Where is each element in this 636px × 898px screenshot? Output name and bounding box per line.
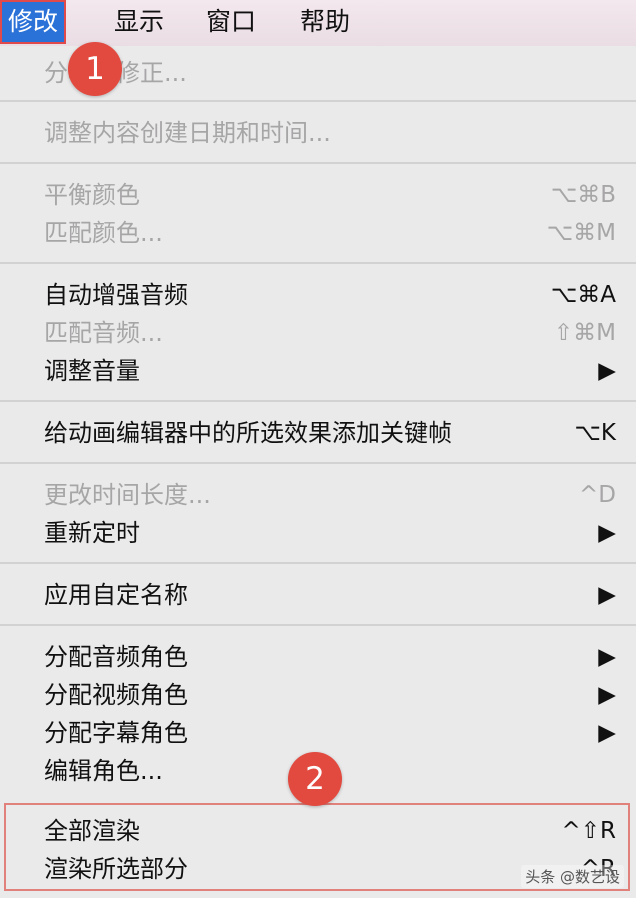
menu-item-auto-enhance-audio[interactable]: 自动增强音频 ⌥⌘A — [0, 276, 636, 314]
shortcut-label: ⌥K — [574, 420, 616, 446]
menu-separator — [0, 262, 636, 264]
step-badge-1: 1 — [68, 42, 122, 96]
shortcut-label: ⌥⌘M — [546, 220, 616, 246]
menu-item-assign-audio-role[interactable]: 分配音频角色 ▶ — [0, 638, 636, 676]
menu-help[interactable]: 帮助 — [294, 0, 356, 44]
submenu-arrow-icon: ▶ — [598, 520, 616, 546]
menu-item-label: 编辑角色... — [44, 757, 163, 785]
menu-item-change-duration[interactable]: 更改时间长度... ^D — [0, 476, 636, 514]
submenu-arrow-icon: ▶ — [598, 682, 616, 708]
submenu-arrow-icon: ▶ — [598, 644, 616, 670]
menu-modify[interactable]: 修改 — [0, 0, 67, 44]
submenu-arrow-icon: ▶ — [598, 582, 616, 608]
menu-item-add-keyframe[interactable]: 给动画编辑器中的所选效果添加关键帧 ⌥K — [0, 414, 636, 452]
menu-item-label: 更改时间长度... — [44, 481, 211, 509]
menu-item-label: 调整音量 — [44, 357, 140, 385]
menu-separator — [0, 400, 636, 402]
menu-item-label: 分配字幕角色 — [44, 719, 188, 747]
menu-item-apply-custom-name[interactable]: 应用自定名称 ▶ — [0, 576, 636, 614]
menu-view[interactable]: 显示 — [108, 0, 170, 44]
menu-item-adjust-date[interactable]: 调整内容创建日期和时间... — [0, 114, 636, 152]
menu-item-label: 自动增强音频 — [44, 281, 188, 309]
menu-item-label: 平衡颜色 — [44, 181, 140, 209]
menu-item-assign-caption-role[interactable]: 分配字幕角色 ▶ — [0, 714, 636, 752]
menu-separator — [0, 562, 636, 564]
watermark: 头条 @数艺设 — [521, 865, 624, 888]
submenu-arrow-icon: ▶ — [598, 358, 616, 384]
menu-item-assign-video-role[interactable]: 分配视频角色 ▶ — [0, 676, 636, 714]
menu-item-retime[interactable]: 重新定时 ▶ — [0, 514, 636, 552]
menu-bar: 修改 显示 窗口 帮助 — [0, 0, 636, 47]
shortcut-label: ^D — [579, 482, 616, 508]
menu-item-label: 分配音频角色 — [44, 643, 188, 671]
shortcut-label: ⌥⌘B — [550, 182, 616, 208]
menu-item-match-color[interactable]: 匹配颜色... ⌥⌘M — [0, 214, 636, 252]
menu-item-label: 调整内容创建日期和时间... — [44, 119, 331, 147]
menu-separator — [0, 100, 636, 102]
submenu-arrow-icon: ▶ — [598, 720, 616, 746]
menu-item-label: 应用自定名称 — [44, 581, 188, 609]
menu-item-adjust-volume[interactable]: 调整音量 ▶ — [0, 352, 636, 390]
shortcut-label: ⇧⌘M — [553, 320, 616, 346]
menu-item-balance-color[interactable]: 平衡颜色 ⌥⌘B — [0, 176, 636, 214]
step-badge-2: 2 — [288, 752, 342, 806]
menu-item-label: 匹配颜色... — [44, 219, 163, 247]
menu-item-label: 匹配音频... — [44, 319, 163, 347]
menu-item-label: 重新定时 — [44, 519, 140, 547]
menu-item-label: 分配视频角色 — [44, 681, 188, 709]
menu-item-label: 给动画编辑器中的所选效果添加关键帧 — [44, 419, 452, 447]
menu-separator — [0, 162, 636, 164]
menu-item-match-audio[interactable]: 匹配音频... ⇧⌘M — [0, 314, 636, 352]
menu-separator — [0, 624, 636, 626]
menu-window[interactable]: 窗口 — [200, 0, 262, 44]
menu-separator — [0, 462, 636, 464]
shortcut-label: ⌥⌘A — [550, 282, 616, 308]
